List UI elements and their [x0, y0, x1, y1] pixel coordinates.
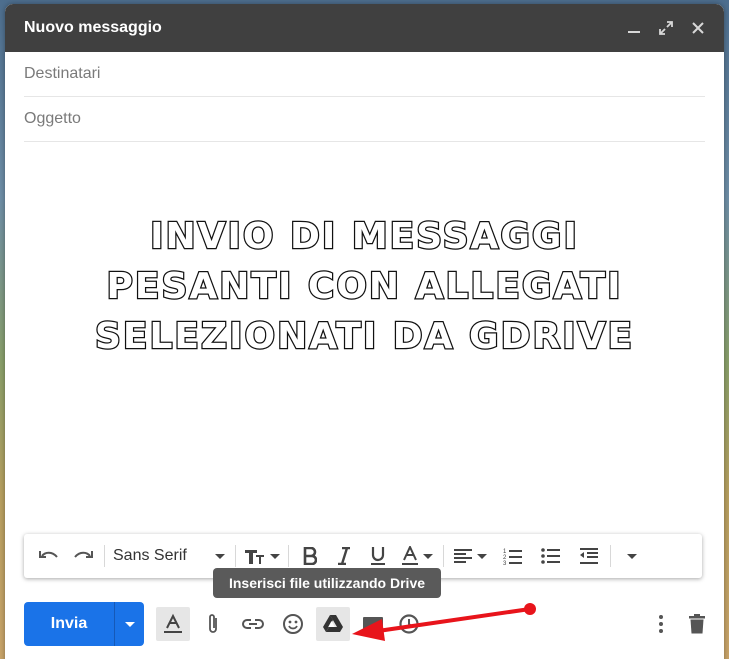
body-headline: INVIO DI MESSAGGI PESANTI CON ALLEGATI S… — [5, 212, 724, 362]
chevron-down-icon — [215, 553, 225, 559]
toolbar-separator — [443, 545, 444, 567]
expand-icon[interactable] — [654, 16, 678, 40]
chevron-down-icon — [124, 621, 135, 627]
link-icon[interactable] — [236, 607, 270, 641]
font-select-value: Sans Serif — [113, 547, 187, 564]
bulleted-list-icon[interactable] — [534, 540, 568, 572]
subject-field[interactable]: Oggetto — [24, 97, 705, 142]
send-options-button[interactable] — [114, 602, 144, 646]
formatting-options-icon[interactable] — [156, 607, 190, 641]
chevron-down-icon — [477, 553, 487, 559]
undo-icon[interactable] — [32, 540, 66, 572]
chevron-down-icon — [423, 553, 433, 559]
recipients-field[interactable]: Destinatari — [24, 52, 705, 97]
chevron-down-icon — [270, 553, 280, 559]
window-title: Nuovo messaggio — [24, 19, 162, 36]
font-select[interactable]: Sans Serif — [109, 540, 231, 572]
toolbar-separator — [610, 545, 611, 567]
headline-line-2: PESANTI CON ALLEGATI — [105, 265, 623, 309]
close-icon[interactable] — [686, 16, 710, 40]
indent-less-icon[interactable] — [572, 540, 606, 572]
numbered-list-icon[interactable]: 123 — [496, 540, 530, 572]
toolbar-separator — [104, 545, 105, 567]
recipients-placeholder: Destinatari — [24, 65, 101, 82]
photo-icon[interactable] — [356, 607, 390, 641]
trash-icon[interactable] — [680, 607, 714, 641]
drive-icon[interactable] — [316, 607, 350, 641]
toolbar-separator — [288, 545, 289, 567]
drive-tooltip: Inserisci file utilizzando Drive — [213, 568, 441, 598]
compose-actions: Invia — [24, 602, 714, 646]
attach-icon[interactable] — [196, 607, 230, 641]
right-actions — [638, 607, 714, 641]
message-body[interactable]: INVIO DI MESSAGGI PESANTI CON ALLEGATI S… — [5, 140, 724, 530]
schedule-icon[interactable] — [392, 607, 426, 641]
redo-icon[interactable] — [66, 540, 100, 572]
toolbar-separator — [235, 545, 236, 567]
minimize-icon[interactable] — [622, 16, 646, 40]
chevron-down-icon — [627, 553, 637, 559]
more-formatting-icon[interactable] — [615, 540, 649, 572]
compose-header: Nuovo messaggio — [5, 4, 724, 52]
emoji-icon[interactable] — [276, 607, 310, 641]
headline-line-3: SELEZIONATI DA GDRIVE — [94, 315, 635, 359]
headline-line-1: INVIO DI MESSAGGI — [149, 215, 579, 259]
svg-text:3: 3 — [503, 561, 507, 565]
subject-placeholder: Oggetto — [24, 110, 81, 127]
send-button[interactable]: Invia — [24, 602, 114, 646]
more-options-icon[interactable] — [644, 607, 678, 641]
align-icon[interactable] — [448, 540, 492, 572]
